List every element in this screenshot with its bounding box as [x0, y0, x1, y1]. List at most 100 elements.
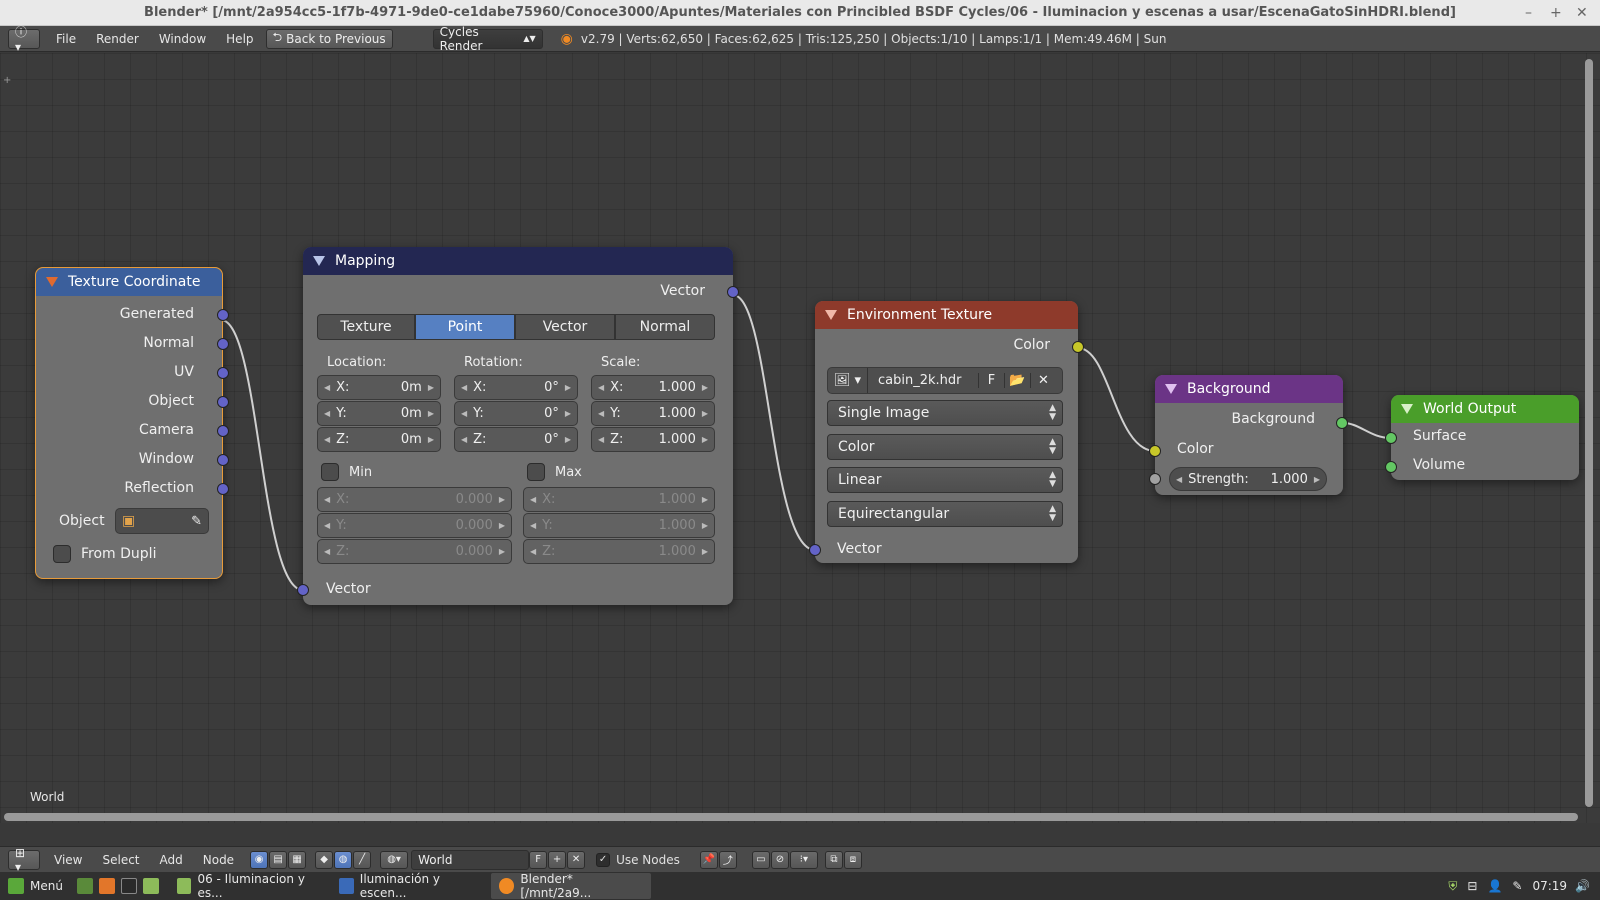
- pin-icon[interactable]: 📌: [699, 850, 718, 869]
- max-checkbox[interactable]: [527, 463, 545, 481]
- node-environment-texture[interactable]: Environment Texture Color 🖼 ▾ cabin_2k.h…: [809, 301, 1084, 563]
- show-desktop-icon[interactable]: [76, 878, 93, 894]
- socket-strength-in[interactable]: [1149, 473, 1161, 485]
- node-editor[interactable]: + Texture Coordinate Generated Normal UV…: [0, 53, 1600, 823]
- projection-select[interactable]: Equirectangular ▲ ▼: [827, 501, 1063, 527]
- world-fake-user-button[interactable]: F: [529, 850, 548, 869]
- tab-vector[interactable]: Vector: [515, 314, 615, 340]
- node-background-header[interactable]: Background: [1155, 375, 1343, 403]
- socket-surface-in[interactable]: [1385, 432, 1397, 444]
- world-name-field[interactable]: World: [411, 849, 530, 870]
- max-x-field[interactable]: ◀ X: 1.000 ▶: [523, 487, 715, 512]
- pen-icon[interactable]: ✎: [1512, 879, 1522, 893]
- fake-user-button[interactable]: F: [978, 373, 1004, 388]
- collapse-triangle-icon[interactable]: [1165, 384, 1177, 394]
- scale-x-field[interactable]: ◀ X: 1.000 ▶: [591, 375, 715, 400]
- rotation-z-field[interactable]: ◀ Z: 0° ▶: [454, 427, 578, 452]
- copy-nodes-icon[interactable]: ⧉: [824, 850, 843, 869]
- menu-file[interactable]: File: [46, 26, 86, 52]
- menu-window[interactable]: Window: [149, 26, 216, 52]
- object-picker[interactable]: ▣ ✎: [115, 508, 209, 534]
- socket-color-out[interactable]: [1072, 341, 1084, 353]
- vertical-scrollbar[interactable]: [1585, 59, 1593, 807]
- backdrop-icon[interactable]: ▭: [751, 850, 770, 869]
- new-world-icon[interactable]: +: [548, 850, 567, 869]
- collapse-triangle-icon[interactable]: [313, 256, 325, 266]
- menu-select[interactable]: Select: [92, 847, 149, 873]
- image-source-select[interactable]: Single Image ▲ ▼: [827, 400, 1063, 426]
- location-y-field[interactable]: ◀ Y: 0m ▶: [317, 401, 441, 426]
- minimize-icon[interactable]: –: [1525, 0, 1532, 26]
- line-style-icon[interactable]: ╱: [353, 850, 372, 869]
- world-browse-icon[interactable]: ◍▾: [380, 850, 409, 869]
- strength-field[interactable]: ◀ Strength: 1.000 ▶: [1169, 467, 1327, 491]
- tab-texture[interactable]: Texture: [317, 314, 415, 340]
- menu-node[interactable]: Node: [193, 847, 244, 873]
- region-expand-icon[interactable]: +: [3, 75, 11, 86]
- maximize-icon[interactable]: +: [1550, 0, 1562, 26]
- node-world-output-header[interactable]: World Output: [1391, 395, 1579, 423]
- parent-node-tree-icon[interactable]: ⤴: [718, 850, 737, 869]
- collapse-triangle-icon[interactable]: [1401, 404, 1413, 414]
- firefox-icon[interactable]: [98, 878, 115, 894]
- min-x-field[interactable]: ◀ X: 0.000 ▶: [317, 487, 512, 512]
- node-texture-coordinate-header[interactable]: Texture Coordinate: [36, 268, 222, 296]
- from-dupli-checkbox[interactable]: [53, 545, 71, 563]
- snap-icon[interactable]: ⊘: [770, 850, 789, 869]
- image-browse-icon[interactable]: 🖼 ▾: [828, 368, 868, 393]
- files-icon[interactable]: [142, 878, 159, 894]
- socket-vector-out[interactable]: [727, 286, 739, 298]
- rotation-x-field[interactable]: ◀ X: 0° ▶: [454, 375, 578, 400]
- volume-icon[interactable]: 🔊: [1575, 879, 1590, 893]
- tab-normal[interactable]: Normal: [615, 314, 715, 340]
- menu-help[interactable]: Help: [216, 26, 263, 52]
- interpolation-select[interactable]: Linear ▲ ▼: [827, 467, 1063, 493]
- min-y-field[interactable]: ◀ Y: 0.000 ▶: [317, 513, 512, 538]
- image-name[interactable]: cabin_2k.hdr: [878, 373, 978, 388]
- node-mapping[interactable]: Mapping Vector Texture Point Vector Norm…: [297, 247, 739, 605]
- shield-icon[interactable]: ⛨: [1448, 879, 1457, 894]
- socket-generated[interactable]: [217, 309, 229, 321]
- user-icon[interactable]: 👤: [1487, 879, 1502, 893]
- task-folder[interactable]: 06 - Iluminacion y es...: [169, 872, 329, 900]
- location-z-field[interactable]: ◀ Z: 0m ▶: [317, 427, 441, 452]
- scale-y-field[interactable]: ◀ Y: 1.000 ▶: [591, 401, 715, 426]
- unlink-world-icon[interactable]: ✕: [567, 850, 586, 869]
- node-texture-coordinate[interactable]: Texture Coordinate Generated Normal UV O…: [35, 267, 229, 579]
- node-background[interactable]: Background Background Color ◀ Strength: …: [1149, 375, 1348, 495]
- editor-type-node-icon[interactable]: ⊞ ▾: [8, 846, 40, 874]
- world-shader-icon[interactable]: ◍: [334, 850, 353, 869]
- socket-uv[interactable]: [217, 367, 229, 379]
- socket-window[interactable]: [217, 454, 229, 466]
- collapse-triangle-icon[interactable]: [825, 310, 837, 320]
- start-menu-button[interactable]: Menú: [0, 873, 71, 899]
- back-to-previous-button[interactable]: ⮌ Back to Previous: [265, 28, 393, 49]
- compositing-tree-icon[interactable]: ▤: [269, 850, 288, 869]
- task-document[interactable]: Iluminación y escen...: [331, 872, 489, 900]
- image-datablock[interactable]: 🖼 ▾ cabin_2k.hdr F 📂 ✕: [827, 367, 1063, 394]
- max-z-field[interactable]: ◀ Z: 1.000 ▶: [523, 539, 715, 564]
- min-z-field[interactable]: ◀ Z: 0.000 ▶: [317, 539, 512, 564]
- collapse-triangle-icon[interactable]: [46, 277, 58, 287]
- tab-point[interactable]: Point: [415, 314, 515, 340]
- node-mapping-header[interactable]: Mapping: [303, 247, 733, 275]
- node-world-output[interactable]: World Output Surface Volume: [1385, 395, 1579, 480]
- clock[interactable]: 07:19: [1532, 879, 1567, 893]
- menu-render[interactable]: Render: [86, 26, 149, 52]
- eyedropper-icon[interactable]: ✎: [191, 514, 202, 529]
- shader-tree-icon[interactable]: ◉: [250, 850, 269, 869]
- rotation-y-field[interactable]: ◀ Y: 0° ▶: [454, 401, 578, 426]
- socket-volume-in[interactable]: [1385, 461, 1397, 473]
- socket-vector-in[interactable]: [297, 584, 309, 596]
- network-icon[interactable]: ⊟: [1467, 879, 1477, 893]
- open-folder-icon[interactable]: 📂: [1004, 373, 1030, 388]
- socket-background-out[interactable]: [1336, 417, 1348, 429]
- paste-nodes-icon[interactable]: ⧈: [843, 850, 862, 869]
- socket-normal[interactable]: [217, 338, 229, 350]
- menu-add[interactable]: Add: [150, 847, 193, 873]
- texture-tree-icon[interactable]: ▦: [288, 850, 307, 869]
- location-x-field[interactable]: ◀ X: 0m ▶: [317, 375, 441, 400]
- node-environment-texture-header[interactable]: Environment Texture: [815, 301, 1078, 329]
- socket-camera[interactable]: [217, 425, 229, 437]
- max-y-field[interactable]: ◀ Y: 1.000 ▶: [523, 513, 715, 538]
